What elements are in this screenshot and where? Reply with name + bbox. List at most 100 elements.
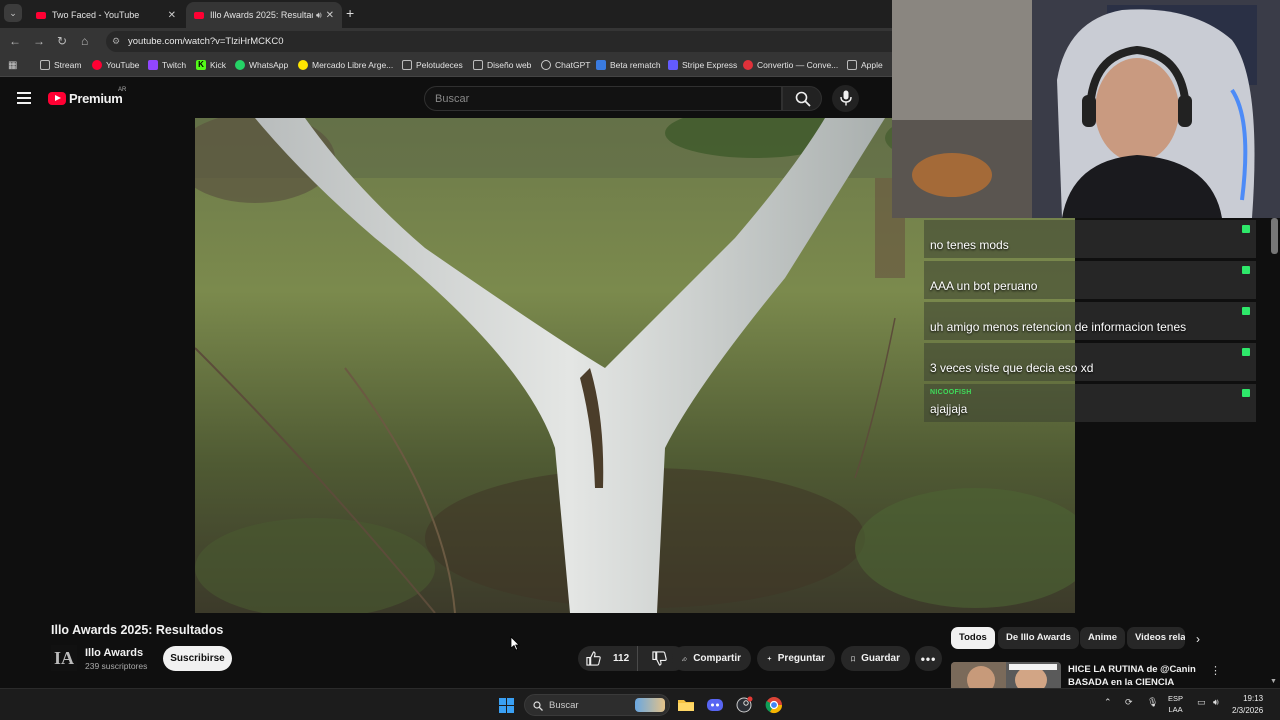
related-video-title[interactable]: HICE LA RUTINA de @Canin BASADA en la CI… [1068, 663, 1203, 689]
more-horizontal-icon: ••• [920, 651, 937, 666]
convertio-icon [743, 60, 753, 70]
file-explorer-icon[interactable] [677, 696, 695, 714]
bookmark-stripe[interactable]: Stripe Express [668, 60, 737, 70]
sparkle-icon [767, 656, 772, 661]
like-button[interactable]: 112 [578, 646, 638, 671]
bookmark-beta-rematch[interactable]: Beta rematch [596, 60, 661, 70]
voice-search-button[interactable] [832, 85, 859, 112]
volume-icon[interactable]: 🔊︎ [1213, 697, 1219, 708]
more-actions-button[interactable]: ••• [915, 646, 942, 671]
chat-message: uh amigo menos retencion de informacion … [924, 302, 1256, 340]
url-text: youtube.com/watch?v=TlziHrMCKC0 [128, 36, 284, 47]
youtube-favicon-icon [36, 11, 46, 19]
chip-videos-relacionados[interactable]: Videos rela [1127, 627, 1185, 649]
microphone-icon[interactable]: 🎙︎ [1147, 697, 1158, 708]
back-arrow-icon[interactable]: ← [9, 34, 21, 48]
tab-illo-awards[interactable]: Illo Awards 2025: Resultados 🔊︎ ✕ [186, 2, 342, 28]
channel-name[interactable]: Illo Awards [85, 647, 143, 659]
apps-grid-icon[interactable]: ▦ [8, 60, 17, 71]
folder-icon [402, 60, 412, 70]
system-clock[interactable]: 19:13 2/3/2026 [1232, 693, 1263, 717]
tab-two-faced[interactable]: Two Faced - YouTube ✕ [28, 2, 184, 28]
bookmark-youtube[interactable]: YouTube [92, 60, 139, 70]
badge-icon [1242, 389, 1250, 397]
like-dislike-group: 112 [578, 646, 686, 671]
chip-de-illo-awards[interactable]: De Illo Awards [998, 627, 1079, 649]
search-highlight-image [635, 698, 665, 712]
chevron-up-icon[interactable]: ⌃ [1104, 697, 1112, 708]
whatsapp-icon [235, 60, 245, 70]
tab-search-button[interactable]: ⌄ [4, 4, 22, 22]
youtube-premium-logo[interactable]: Premium AR [48, 87, 126, 106]
bookmark-twitch[interactable]: Twitch [148, 60, 186, 70]
webcam-overlay [892, 0, 1280, 218]
browser-tab-bar: ⌄ Two Faced - YouTube ✕ Illo Awards 2025… [0, 0, 892, 28]
scroll-down-icon[interactable]: ▼ [1270, 678, 1277, 685]
thumbnail-image [951, 662, 1061, 688]
windows-taskbar: Buscar ⌃ ⟳ 🎙︎ ESP LAA ▭ 🔊︎ 19:13 2/3/202… [0, 688, 1280, 720]
folder-icon [847, 60, 857, 70]
bookmark-stream[interactable]: Stream [40, 60, 81, 70]
close-icon[interactable]: ✕ [326, 10, 334, 21]
site-info-icon[interactable]: ⚙ [112, 36, 120, 47]
chip-anime[interactable]: Anime [1080, 627, 1126, 649]
menu-icon[interactable] [17, 92, 31, 104]
chrome-icon[interactable] [765, 696, 783, 714]
subscriber-count: 239 suscriptores [85, 661, 148, 671]
search-input[interactable] [425, 87, 781, 110]
taskbar-search[interactable]: Buscar [524, 694, 670, 716]
chatgpt-icon [541, 60, 551, 70]
new-tab-button[interactable]: + [346, 5, 354, 21]
folder-icon [40, 60, 50, 70]
page-scrollbar[interactable] [1271, 218, 1278, 254]
forward-arrow-icon[interactable]: → [33, 34, 45, 48]
bookmark-diseno-web[interactable]: Diseño web [473, 60, 531, 70]
bookmark-icon [851, 656, 855, 662]
save-button[interactable]: Guardar [841, 646, 910, 671]
microphone-icon [840, 90, 852, 106]
rematch-icon [596, 60, 606, 70]
bookmark-kick[interactable]: K Kick [196, 60, 226, 70]
bookmark-chatgpt[interactable]: ChatGPT [541, 60, 590, 70]
discord-icon[interactable] [706, 696, 724, 714]
chat-message: no tenes mods [924, 220, 1256, 258]
video-title: Illo Awards 2025: Resultados [51, 623, 224, 637]
input-language-indicator[interactable]: ESP LAA [1168, 693, 1183, 715]
bookmark-convertio[interactable]: Convertio — Conve... [743, 60, 838, 70]
bookmark-apple[interactable]: Apple [847, 60, 883, 70]
address-toolbar: ← → ↻ ⌂ ⚙ youtube.com/watch?v=TlziHrMCKC… [0, 28, 892, 55]
youtube-favicon-icon [194, 11, 204, 19]
chat-message: NICOOFISH ajajjaja [924, 384, 1256, 422]
share-button[interactable]: Compartir [672, 646, 751, 671]
home-icon[interactable]: ⌂ [81, 34, 88, 48]
youtube-icon [92, 60, 102, 70]
more-vertical-icon[interactable]: ⋮ [1210, 664, 1221, 677]
subscribe-button[interactable]: Suscribirse [163, 646, 232, 671]
share-icon [682, 656, 688, 661]
chevron-right-icon[interactable]: › [1196, 632, 1200, 646]
mouse-cursor-icon [510, 636, 520, 651]
reload-icon[interactable]: ↻ [57, 34, 67, 48]
sync-icon[interactable]: ⟳ [1125, 697, 1133, 708]
ask-button[interactable]: Preguntar [757, 646, 835, 671]
thumbs-up-icon [586, 651, 601, 666]
folder-icon [473, 60, 483, 70]
bookmarks-bar: ▦ Stream YouTube Twitch K Kick WhatsApp M… [0, 55, 892, 77]
bookmark-mercado-libre[interactable]: Mercado Libre Arge... [298, 60, 393, 70]
tab-title: Two Faced - YouTube [52, 10, 140, 20]
chip-todos[interactable]: Todos [951, 627, 995, 649]
network-icon[interactable]: ▭ [1197, 697, 1206, 708]
search-icon [533, 701, 543, 711]
bookmark-whatsapp[interactable]: WhatsApp [235, 60, 288, 70]
badge-icon [1242, 266, 1250, 274]
address-bar[interactable]: ⚙ youtube.com/watch?v=TlziHrMCKC0 [106, 31, 892, 52]
related-video-thumbnail[interactable] [951, 662, 1061, 688]
bookmark-pelotudeces[interactable]: Pelotudeces [402, 60, 463, 70]
steam-icon[interactable] [735, 696, 753, 714]
close-icon[interactable]: ✕ [168, 10, 176, 21]
search-button[interactable] [782, 86, 822, 111]
badge-icon [1242, 348, 1250, 356]
windows-start-icon[interactable] [499, 698, 514, 713]
speaker-icon[interactable]: 🔊︎ [316, 10, 322, 21]
channel-avatar[interactable]: IA [51, 645, 77, 671]
